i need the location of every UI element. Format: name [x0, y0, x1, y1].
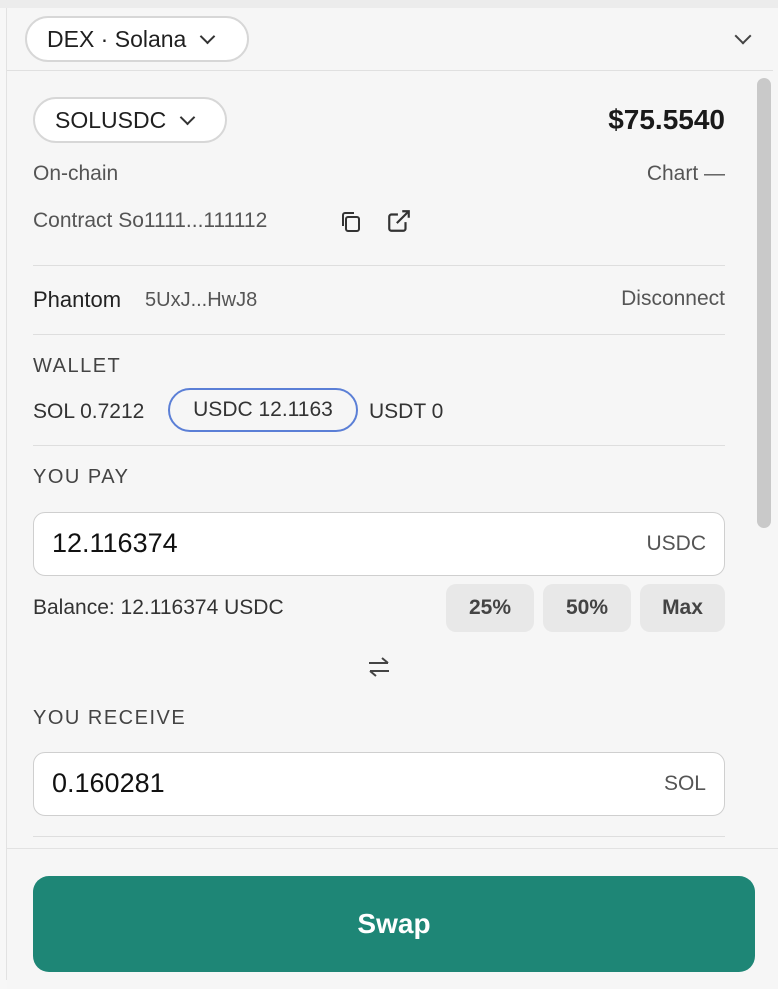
pay-unit: USDC [646, 532, 706, 555]
pay-amount-value: 12.116374 [52, 528, 178, 558]
pair-label: SOLUSDC [55, 106, 167, 133]
collapse-chevron-icon[interactable] [734, 27, 752, 45]
top-strip [0, 0, 778, 8]
wallet-name: Phantom [33, 287, 122, 312]
scrollbar[interactable] [757, 78, 771, 528]
swap-button[interactable]: Swap [33, 876, 755, 972]
divider [33, 265, 725, 266]
you-receive-title: YOU RECEIVE [33, 707, 187, 729]
copy-icon[interactable] [339, 210, 363, 234]
you-pay-title: YOU PAY [33, 466, 130, 488]
chart-link[interactable]: Chart — [647, 162, 725, 186]
preset-25-button[interactable]: 25% [446, 584, 534, 632]
price-value: $75.5540 [608, 104, 725, 135]
pay-amount-input[interactable]: 12.116374 USDC [33, 512, 725, 576]
network-label: DEX · Solana [47, 25, 187, 52]
panel-footer: Swap [7, 848, 778, 989]
preset-max-button[interactable]: Max [640, 584, 725, 632]
chevron-down-icon [200, 28, 216, 44]
balance-usdc-selected[interactable]: USDC 12.1163 [168, 388, 358, 432]
receive-unit: SOL [663, 772, 706, 795]
balance-usdc-label: USDC 12.1163 [193, 398, 333, 421]
swap-panel: DEX · Solana SOLUSDC $75.5540 On-chain C… [6, 8, 778, 989]
contract-address: Contract So1111...111112 [33, 209, 268, 232]
divider [33, 334, 725, 335]
network-selector[interactable]: DEX · Solana [25, 16, 249, 62]
wallet-title: WALLET [33, 355, 122, 377]
divider [33, 836, 725, 837]
swap-direction-icon[interactable] [367, 656, 391, 678]
receive-amount-value: 0.160281 [52, 768, 165, 798]
pair-selector[interactable]: SOLUSDC [33, 97, 227, 143]
preset-50-button[interactable]: 50% [543, 584, 631, 632]
divider [33, 445, 725, 446]
receive-amount-input[interactable]: 0.160281 SOL [33, 752, 725, 816]
scroll-content: SOLUSDC $75.5540 On-chain Chart — Contra… [7, 71, 773, 847]
pay-balance-text: Balance: 12.116374 USDC [33, 596, 284, 619]
panel-header: DEX · Solana [7, 8, 773, 71]
price-source: On-chain [33, 162, 119, 185]
balance-sol[interactable]: SOL 0.7212 [33, 400, 144, 424]
disconnect-button[interactable]: Disconnect [621, 287, 725, 311]
balance-usdt[interactable]: USDT 0 [369, 400, 443, 424]
external-link-icon[interactable] [386, 208, 412, 234]
chevron-down-icon [179, 109, 196, 125]
wallet-address: 5UxJ...HwJ8 [145, 289, 258, 311]
